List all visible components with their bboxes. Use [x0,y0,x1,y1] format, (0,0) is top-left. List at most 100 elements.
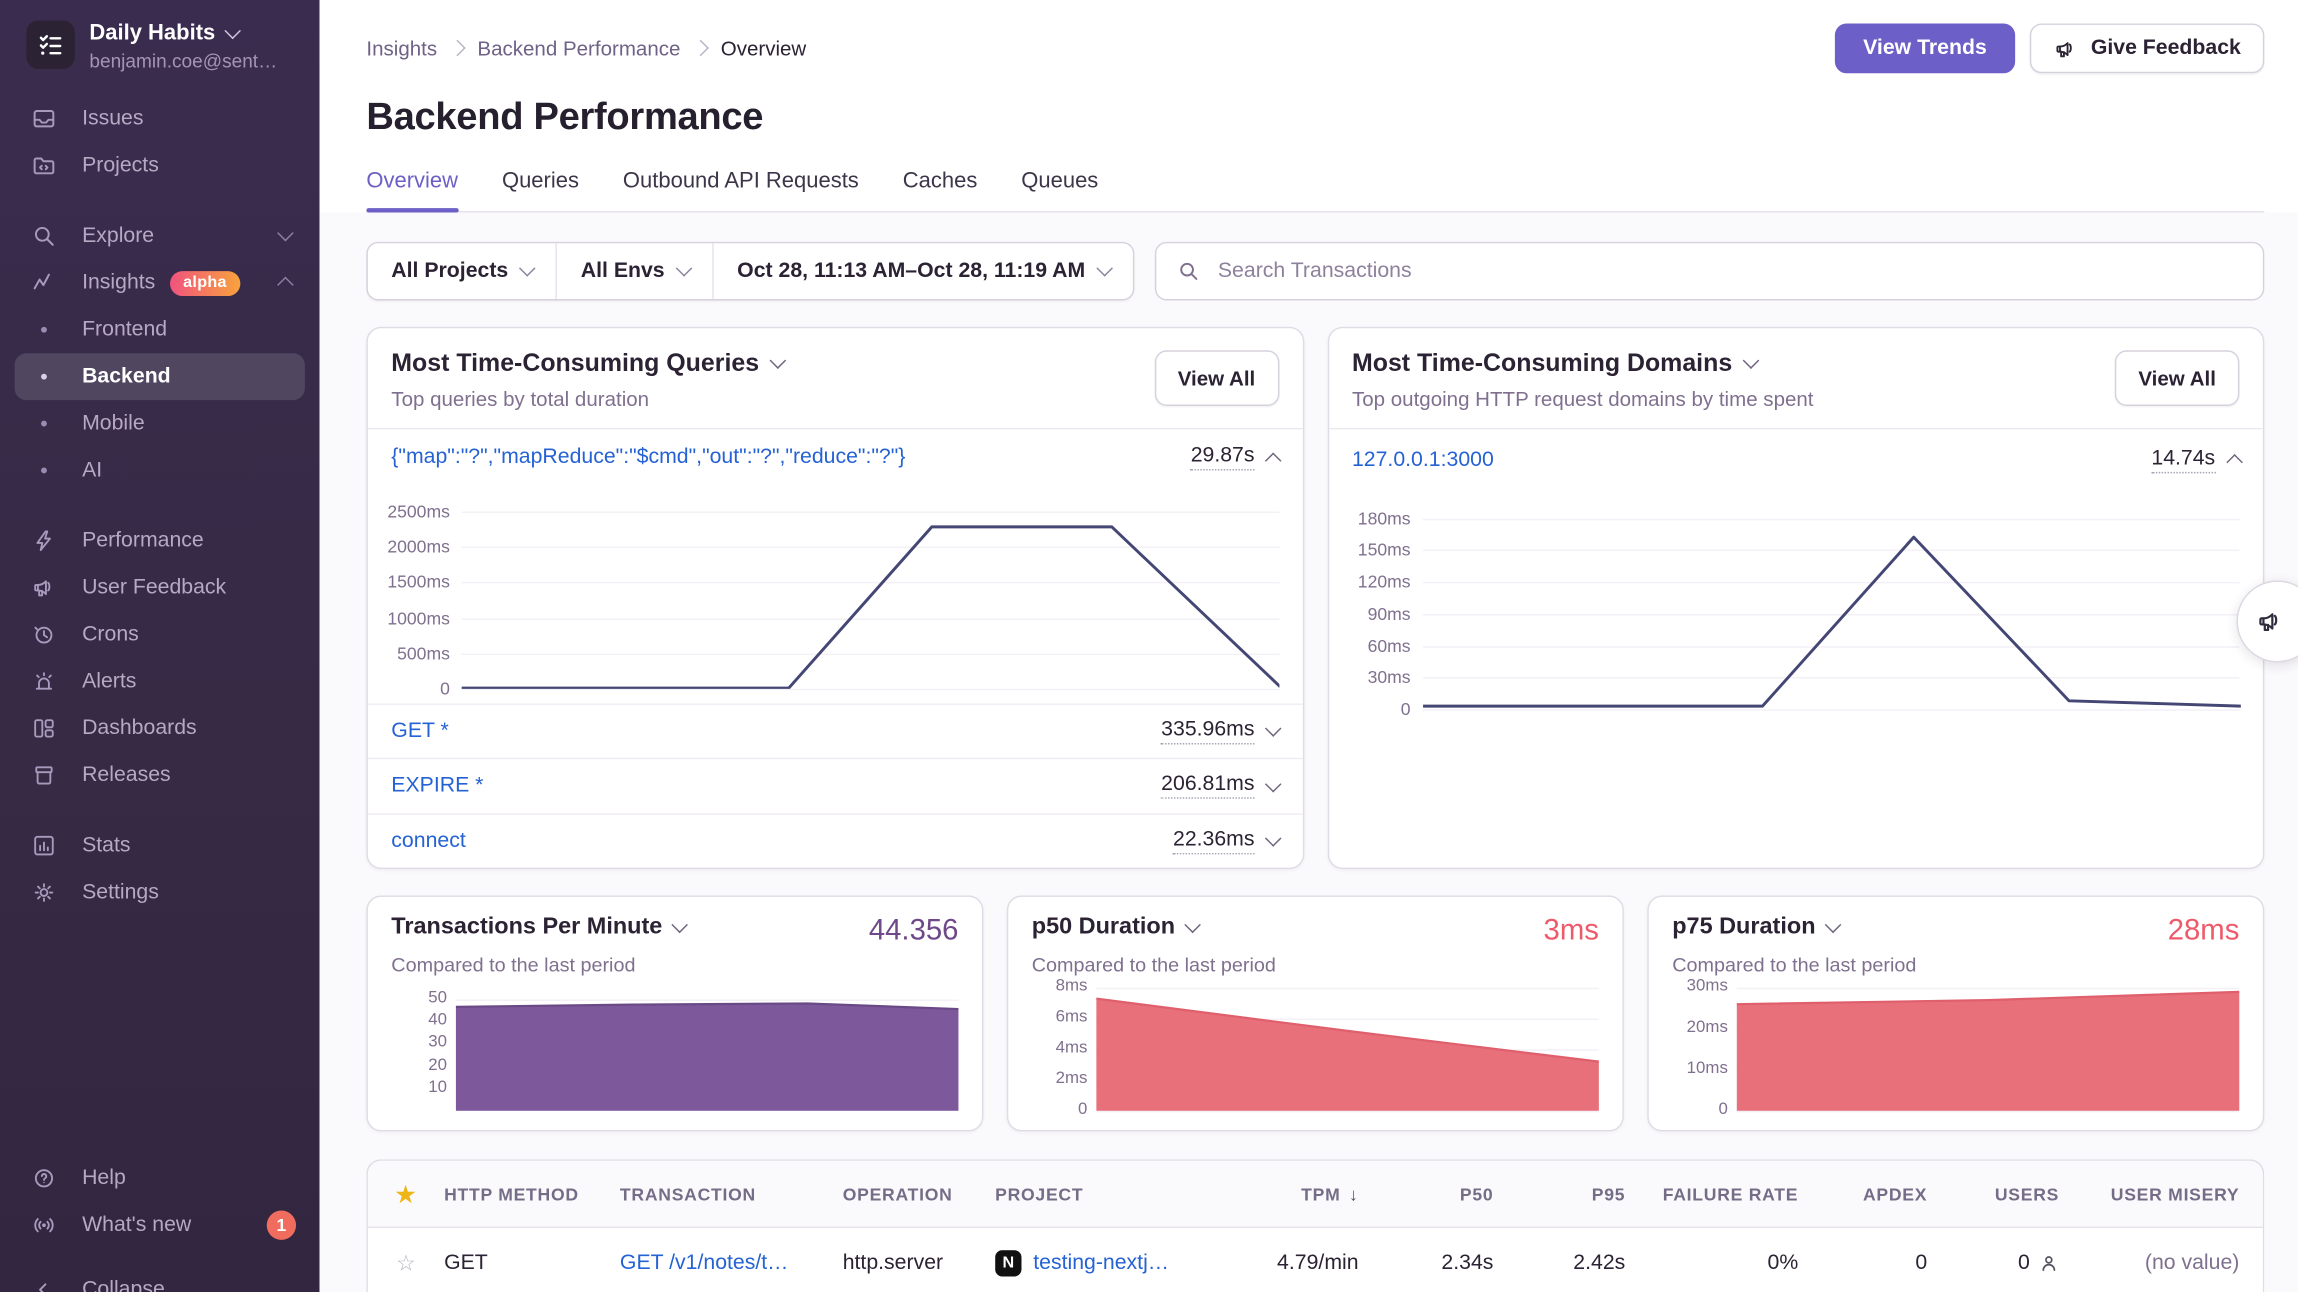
sidebar-item-settings[interactable]: Settings [0,869,319,916]
sidebar-item-backend[interactable]: Backend [15,353,305,400]
chevron-down-icon[interactable] [672,917,688,933]
axis-tick-label: 0 [1401,699,1411,720]
filter-bar: All Projects All Envs Oct 28, 11:13 AM–O… [366,242,2264,301]
chevron-down-icon[interactable] [1825,917,1841,933]
col-operation: OPERATION [843,1183,995,1204]
chevron-down-icon[interactable] [1743,353,1759,369]
sidebar-item-explore[interactable]: Explore [0,213,319,260]
apdex-cell: 0 [1804,1251,1933,1274]
query-link[interactable]: connect [391,829,465,852]
sidebar-collapse-button[interactable]: Collapse [0,1266,319,1292]
card-subtitle: Compared to the last period [1672,954,2239,976]
query-item-expanded[interactable]: {"map":"?","mapReduce":"$cmd","out":"?",… [368,429,1302,486]
chevron-down-icon [676,260,692,276]
tab-queries[interactable]: Queries [502,169,579,212]
card-subtitle: Compared to the last period [391,954,958,976]
chevron-up-icon[interactable] [2226,455,2242,471]
chevron-up-icon[interactable] [1265,453,1281,469]
page-title: Backend Performance [366,94,2298,139]
tab-queues[interactable]: Queues [1021,169,1098,212]
query-item[interactable]: EXPIRE * 206.81ms [368,758,1302,813]
star-column-icon[interactable]: ★ [396,1182,416,1207]
axis-tick-label: 0 [440,678,450,699]
sidebar-item-whats-new[interactable]: What's new 1 [0,1202,319,1249]
give-feedback-button[interactable]: Give Feedback [2029,23,2264,73]
chevron-right-icon [449,41,465,57]
sidebar-item-releases[interactable]: Releases [0,752,319,799]
megaphone-icon [2255,607,2284,636]
alpha-badge: alpha [170,270,240,295]
view-all-queries-button[interactable]: View All [1154,350,1278,406]
tab-caches[interactable]: Caches [903,169,978,212]
search-bar[interactable] [1155,242,2264,301]
panel-header: Most Time-Consuming Domains Top outgoing… [1329,328,2263,429]
panel-subtitle: Top queries by total duration [391,387,1278,410]
sidebar-item-user-feedback[interactable]: User Feedback [0,564,319,611]
query-link[interactable]: GET * [391,719,448,742]
megaphone-icon [29,574,58,600]
workspace-logo [26,21,74,69]
nav-group-divider [0,799,319,822]
sidebar-item-mobile[interactable]: Mobile [0,400,319,447]
panel-subtitle: Top outgoing HTTP request domains by tim… [1352,387,2239,410]
projects-icon [29,152,58,178]
gridline [462,688,1279,689]
workspace-switcher[interactable]: Daily Habits benjamin.coe@sent… [0,0,319,72]
query-item[interactable]: connect 22.36ms [368,813,1302,868]
http-method-value: GET [444,1251,620,1274]
sidebar-item-issues[interactable]: Issues [0,95,319,142]
sidebar-item-crons[interactable]: Crons [0,611,319,658]
chevron-down-icon[interactable] [1265,830,1281,846]
date-range-filter[interactable]: Oct 28, 11:13 AM–Oct 28, 11:19 AM [714,243,1133,299]
domain-total-time: 14.74s [2151,447,2215,473]
sidebar-item-ai[interactable]: AI [0,447,319,494]
col-tpm[interactable]: TPM ↓ [1227,1183,1365,1204]
nav-group-divider [0,494,319,517]
chevron-down-icon[interactable] [770,353,786,369]
view-all-domains-button[interactable]: View All [2115,350,2239,406]
clock-icon [29,621,58,647]
sidebar-item-help[interactable]: Help [0,1155,319,1202]
tab-outbound-api-requests[interactable]: Outbound API Requests [623,169,859,212]
query-link[interactable]: {"map":"?","mapReduce":"$cmd","out":"?",… [391,446,905,469]
tpm-card: Transactions Per Minute 44.356 Compared … [366,895,983,1131]
query-link[interactable]: EXPIRE * [391,774,483,797]
sidebar-item-insights[interactable]: Insights alpha [0,259,319,306]
sidebar-item-frontend[interactable]: Frontend [0,306,319,353]
project-cell: N testing-nextj… [995,1249,1227,1275]
sidebar-item-performance[interactable]: Performance [0,517,319,564]
project-filter[interactable]: All Projects [368,243,557,299]
breadcrumb-insights[interactable]: Insights [366,37,437,60]
view-trends-button[interactable]: View Trends [1835,23,2014,73]
environment-filter[interactable]: All Envs [557,243,713,299]
domain-item-expanded[interactable]: 127.0.0.1:3000 14.74s [1329,429,2263,491]
tab-overview[interactable]: Overview [366,169,458,212]
p75-value: 28ms [2168,915,2240,949]
query-item[interactable]: GET * 335.96ms [368,703,1302,758]
sidebar-item-projects[interactable]: Projects [0,142,319,189]
sidebar-item-dashboards[interactable]: Dashboards [0,705,319,752]
breadcrumb-backend-performance[interactable]: Backend Performance [477,37,680,60]
nav-group-divider [0,189,319,212]
chevron-down-icon[interactable] [1185,917,1201,933]
axis-tick-label: 150ms [1358,540,1411,561]
chevron-down-icon[interactable] [1265,720,1281,736]
favorite-star-icon[interactable]: ☆ [396,1251,416,1276]
domains-chart-plot [1422,497,2239,710]
p50-chart: 8ms6ms4ms2ms0 [1032,988,1599,1111]
chevron-down-icon[interactable] [1265,775,1281,791]
nextjs-project-icon: N [995,1249,1021,1275]
p50-value: 3ms [1544,915,1599,949]
col-apdex: APDEX [1804,1183,1933,1204]
sidebar-item-alerts[interactable]: Alerts [0,658,319,705]
card-title: Transactions Per Minute [391,915,662,941]
gridline [1096,1111,1599,1112]
axis-tick-label: 10ms [1687,1060,1728,1078]
project-link[interactable]: testing-nextj… [1033,1251,1169,1274]
panel-title: Most Time-Consuming Domains [1352,349,1732,378]
app-window: Daily Habits benjamin.coe@sent… Issues P… [0,0,2298,1292]
sidebar-item-stats[interactable]: Stats [0,822,319,869]
domain-link[interactable]: 127.0.0.1:3000 [1352,448,1494,471]
search-input[interactable] [1215,258,2242,284]
transaction-link[interactable]: GET /v1/notes/t… [620,1251,789,1274]
